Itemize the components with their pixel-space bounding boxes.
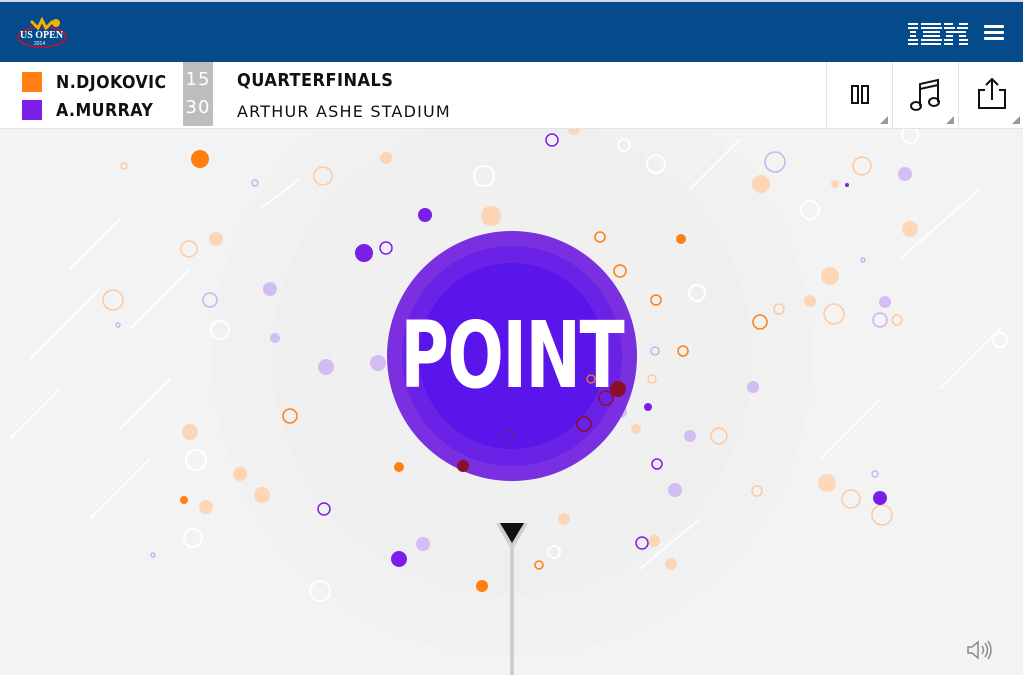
player-score: 30 xyxy=(185,97,211,118)
us-open-logo[interactable]: US OPEN 2014 xyxy=(16,14,80,50)
scoreboard: N.DJOKOVIC A.MURRAY 15 30 QUARTERFINALS … xyxy=(0,62,1023,129)
player-color-swatch xyxy=(22,100,42,120)
us-open-logo-icon: US OPEN 2014 xyxy=(17,16,67,48)
ibm-logo[interactable] xyxy=(906,21,970,47)
visualization-stage: POINT xyxy=(0,129,1023,675)
player-row-murray: A.MURRAY xyxy=(22,98,167,122)
player-name: A.MURRAY xyxy=(56,99,154,121)
hamburger-menu-icon[interactable] xyxy=(980,19,1008,47)
point-badge: POINT xyxy=(387,231,637,481)
score-column: 15 30 xyxy=(183,62,213,126)
player-name: N.DJOKOVIC xyxy=(56,71,167,93)
ibm-logo-icon xyxy=(908,23,968,45)
badge-particles xyxy=(457,374,626,472)
svg-text:US OPEN: US OPEN xyxy=(20,30,64,41)
svg-text:2014: 2014 xyxy=(34,41,45,47)
timeline-pointer-icon[interactable] xyxy=(494,521,530,558)
music-button[interactable] xyxy=(892,62,958,128)
match-venue: ARTHUR ASHE STADIUM xyxy=(237,102,451,121)
share-button[interactable] xyxy=(958,62,1023,128)
match-round: QUARTERFINALS xyxy=(237,70,394,91)
top-bar: US OPEN 2014 xyxy=(0,0,1023,62)
player-score: 15 xyxy=(185,69,211,90)
player-row-djokovic: N.DJOKOVIC xyxy=(22,70,182,94)
pause-button[interactable] xyxy=(826,62,892,128)
player-color-swatch xyxy=(22,72,42,92)
speaker-volume-icon[interactable] xyxy=(962,637,996,663)
